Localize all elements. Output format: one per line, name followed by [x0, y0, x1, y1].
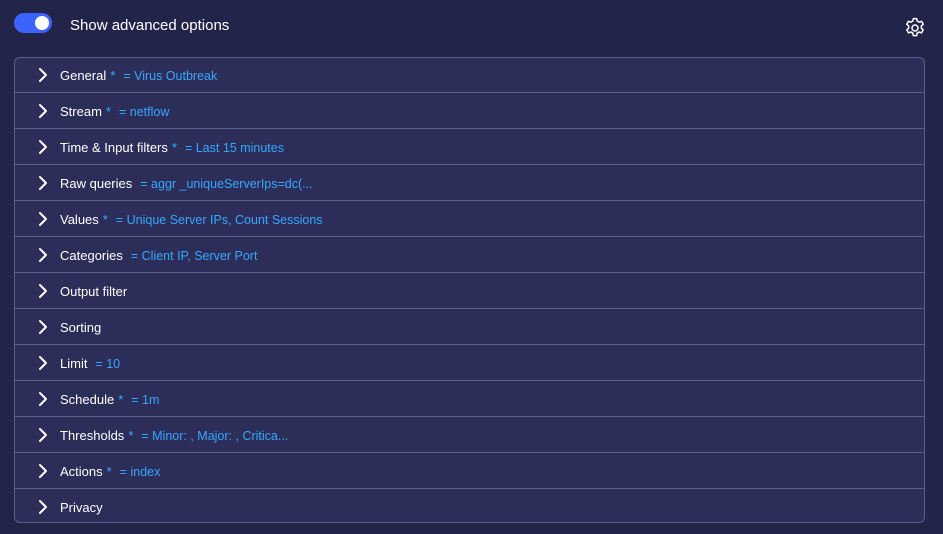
section-summary: = 1m	[131, 393, 160, 407]
section-label: Categories	[60, 248, 123, 263]
required-marker: *	[110, 68, 116, 83]
accordion-section-time-input-filters[interactable]: Time & Input filters * = Last 15 minutes	[15, 129, 924, 165]
required-marker: *	[102, 212, 108, 227]
section-label: Stream	[60, 104, 102, 119]
chevron-right-icon	[39, 104, 47, 118]
section-summary: = 10	[95, 357, 121, 371]
chevron-right-icon	[39, 68, 47, 82]
chevron-right-icon	[39, 392, 47, 406]
accordion-section-stream[interactable]: Stream * = netflow	[15, 93, 924, 129]
accordion-section-thresholds[interactable]: Thresholds * = Minor: , Major: , Critica..…	[15, 417, 924, 453]
section-title: Raw queries = aggr _uniqueServerIps=dc(..…	[60, 176, 313, 192]
section-label: Values	[60, 212, 99, 227]
accordion-section-raw-queries[interactable]: Raw queries = aggr _uniqueServerIps=dc(..…	[15, 165, 924, 201]
section-title: Stream * = netflow	[60, 104, 169, 120]
section-label: Actions	[60, 464, 103, 479]
section-title: General * = Virus Outbreak	[60, 68, 217, 84]
chevron-right-icon	[39, 248, 47, 262]
chevron-right-icon	[39, 500, 47, 514]
required-marker: *	[118, 392, 124, 407]
section-title: Categories = Client IP, Server Port	[60, 248, 257, 264]
required-marker: *	[128, 428, 134, 443]
section-summary: = Minor: , Major: , Critica...	[141, 429, 289, 443]
advanced-options-toggle[interactable]	[14, 13, 52, 33]
section-title: Privacy	[60, 500, 103, 515]
chevron-right-icon	[39, 212, 47, 226]
section-label: Time & Input filters	[60, 140, 168, 155]
section-label: Raw queries	[60, 176, 133, 191]
top-bar: Show advanced options	[0, 0, 943, 52]
section-summary: = Last 15 minutes	[184, 141, 284, 155]
section-label: Privacy	[60, 500, 103, 515]
section-title: Limit = 10	[60, 356, 120, 372]
section-label: Schedule	[60, 392, 115, 407]
section-label: Thresholds	[60, 428, 125, 443]
accordion-section-output-filter[interactable]: Output filter	[15, 273, 924, 309]
section-label: Sorting	[60, 320, 102, 335]
section-title: Values * = Unique Server IPs, Count Sessio…	[60, 212, 323, 228]
section-summary: = Client IP, Server Port	[130, 249, 258, 263]
gear-icon[interactable]	[903, 16, 927, 40]
accordion-section-general[interactable]: General * = Virus Outbreak	[15, 58, 924, 93]
section-label: Limit	[60, 356, 88, 371]
section-label: Output filter	[60, 284, 128, 299]
section-title: Sorting	[60, 320, 101, 335]
accordion-section-categories[interactable]: Categories = Client IP, Server Port	[15, 237, 924, 273]
section-summary: = netflow	[118, 105, 170, 119]
accordion-section-sorting[interactable]: Sorting	[15, 309, 924, 345]
required-marker: *	[106, 464, 112, 479]
section-title: Time & Input filters * = Last 15 minutes	[60, 140, 284, 156]
accordion-section-actions[interactable]: Actions * = index	[15, 453, 924, 489]
section-summary: = index	[119, 465, 161, 479]
section-title: Output filter	[60, 284, 127, 299]
chevron-right-icon	[39, 176, 47, 190]
chevron-right-icon	[39, 356, 47, 370]
section-title: Thresholds * = Minor: , Major: , Critica..…	[60, 428, 288, 444]
chevron-right-icon	[39, 140, 47, 154]
advanced-options-label: Show advanced options	[70, 17, 230, 34]
toggle-knob	[35, 16, 49, 30]
accordion-section-schedule[interactable]: Schedule * = 1m	[15, 381, 924, 417]
section-title: Actions * = index	[60, 464, 160, 480]
chevron-right-icon	[39, 428, 47, 442]
chevron-right-icon	[39, 284, 47, 298]
accordion-section-limit[interactable]: Limit = 10	[15, 345, 924, 381]
chevron-right-icon	[39, 320, 47, 334]
accordion-section-values[interactable]: Values * = Unique Server IPs, Count Sessio…	[15, 201, 924, 237]
required-marker: *	[105, 104, 111, 119]
section-label: General	[60, 68, 107, 83]
section-title: Schedule * = 1m	[60, 392, 159, 408]
section-summary: = aggr _uniqueServerIps=dc(...	[140, 177, 313, 191]
settings-accordion: General * = Virus Outbreak Stream * = netflo…	[14, 57, 925, 523]
required-marker: *	[171, 140, 177, 155]
accordion-section-privacy[interactable]: Privacy	[15, 489, 924, 522]
chevron-right-icon	[39, 464, 47, 478]
section-summary: = Unique Server IPs, Count Sessions	[115, 213, 323, 227]
section-summary: = Virus Outbreak	[123, 69, 218, 83]
